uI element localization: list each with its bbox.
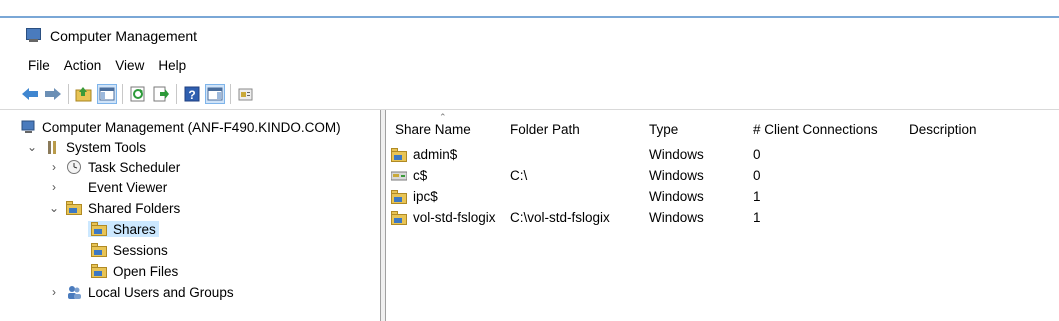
table-row[interactable]: admin$ [391, 144, 457, 165]
tree-item-system-tools[interactable]: ⌄ System Tools [26, 137, 146, 157]
computer-management-icon [24, 27, 42, 45]
table-row[interactable]: vol-std-fslogix [391, 207, 496, 228]
menu-help[interactable]: Help [158, 58, 186, 73]
tree-item-sessions[interactable]: Sessions [91, 240, 168, 260]
show-hide-console-tree-icon[interactable] [97, 84, 117, 104]
tree-item-local-users-groups[interactable]: › Local Users and Groups [48, 282, 234, 302]
back-arrow-icon[interactable] [20, 84, 40, 104]
chevron-right-icon[interactable]: › [48, 160, 60, 174]
client-connections: 0 [753, 147, 761, 162]
tree-label: Event Viewer [88, 179, 168, 195]
export-list-icon[interactable] [151, 84, 171, 104]
tree-label: Shares [113, 221, 156, 237]
tree-item-shared-folders[interactable]: ⌄ Shared Folders [48, 198, 180, 218]
column-header-description[interactable]: Description [909, 118, 977, 140]
properties-icon[interactable] [236, 84, 256, 104]
tools-icon [44, 139, 60, 155]
table-row[interactable]: c$ [391, 165, 427, 186]
title-bar: Computer Management [0, 22, 1059, 50]
tree-label: Task Scheduler [88, 159, 181, 175]
svg-text:?: ? [188, 88, 195, 102]
shared-folder-icon [391, 189, 407, 205]
tree-label: Shared Folders [88, 200, 181, 216]
up-folder-icon[interactable] [74, 84, 94, 104]
column-header-share-name[interactable]: Share Name [395, 118, 471, 140]
menu-bar: File Action View Help [0, 54, 200, 76]
window-top-border [0, 16, 1059, 18]
menu-action[interactable]: Action [64, 58, 102, 73]
clock-icon [66, 159, 82, 175]
chevron-down-icon[interactable]: ⌄ [26, 140, 38, 154]
menu-view[interactable]: View [115, 58, 144, 73]
help-icon[interactable]: ? [182, 84, 202, 104]
tree-label: System Tools [66, 139, 147, 155]
share-type: Windows [649, 168, 704, 183]
client-connections: 1 [753, 210, 761, 225]
toolbar-separator [68, 84, 69, 104]
window-title: Computer Management [50, 28, 198, 44]
share-type: Windows [649, 147, 704, 162]
column-header-client-connections[interactable]: # Client Connections [753, 118, 878, 140]
shared-folder-icon [391, 210, 407, 226]
client-connections: 1 [753, 189, 761, 204]
share-name: c$ [413, 168, 428, 183]
menu-file[interactable]: File [28, 58, 50, 73]
toolbar: ? [20, 82, 259, 106]
shared-folder-icon [91, 221, 107, 237]
refresh-icon[interactable] [128, 84, 148, 104]
toolbar-separator [122, 84, 123, 104]
console-tree: Computer Management (ANF-F490.KINDO.COM)… [18, 113, 380, 321]
chevron-right-icon[interactable]: › [48, 180, 60, 194]
tree-item-task-scheduler[interactable]: › Task Scheduler [48, 157, 180, 177]
share-name: admin$ [413, 147, 458, 162]
pane-splitter[interactable] [380, 110, 386, 321]
shared-folder-icon [391, 147, 407, 163]
shared-folder-icon [66, 200, 82, 216]
folder-path: C:\ [510, 168, 528, 183]
selected-highlight: Shares [88, 221, 159, 237]
shared-folder-icon [91, 242, 107, 258]
event-viewer-icon [66, 179, 82, 195]
tree-item-computer-management[interactable]: Computer Management (ANF-F490.KINDO.COM) [20, 117, 341, 137]
chevron-down-icon[interactable]: ⌄ [48, 201, 60, 215]
toolbar-separator [176, 84, 177, 104]
tree-label: Open Files [113, 263, 179, 279]
client-connections: 0 [753, 168, 761, 183]
users-icon [66, 284, 82, 300]
show-hide-action-pane-icon[interactable] [205, 84, 225, 104]
folder-path: C:\vol-std-fslogix [510, 210, 610, 225]
shares-list: ⌃ Share Name Folder Path Type # Client C… [387, 110, 1059, 321]
table-row[interactable]: ipc$ [391, 186, 438, 207]
shared-drive-icon [391, 168, 407, 184]
column-header-folder-path[interactable]: Folder Path [510, 118, 580, 140]
tree-label: Local Users and Groups [88, 284, 234, 300]
tree-label: Sessions [113, 242, 168, 258]
tree-item-event-viewer[interactable]: › Event Viewer [48, 177, 167, 197]
forward-arrow-icon[interactable] [43, 84, 63, 104]
shared-folder-icon [91, 263, 107, 279]
share-name: vol-std-fslogix [413, 210, 496, 225]
tree-item-open-files[interactable]: Open Files [91, 261, 178, 281]
share-name: ipc$ [413, 189, 438, 204]
share-type: Windows [649, 189, 704, 204]
chevron-right-icon[interactable]: › [48, 285, 60, 299]
tree-label: Computer Management (ANF-F490.KINDO.COM) [42, 119, 341, 135]
toolbar-separator [230, 84, 231, 104]
tree-item-shares[interactable]: Shares [88, 219, 159, 239]
computer-management-icon [20, 119, 36, 135]
column-header-type[interactable]: Type [649, 118, 678, 140]
share-type: Windows [649, 210, 704, 225]
